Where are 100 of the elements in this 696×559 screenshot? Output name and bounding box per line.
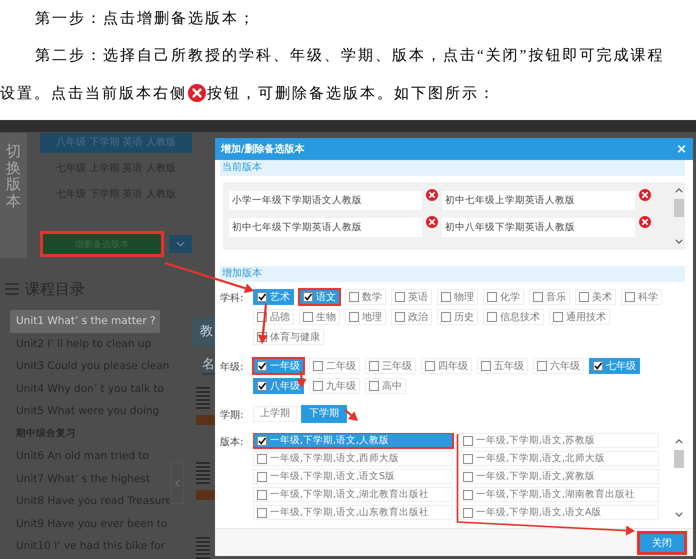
checkbox-option[interactable]: 地理	[345, 309, 386, 325]
instruction-text: 第二步：选择自己所教授的学科、年级、学期、版本，点击“关闭”按钮即可完成课程	[35, 46, 664, 64]
checkbox-icon[interactable]	[313, 361, 323, 371]
checkbox-option[interactable]: 科学	[621, 289, 662, 305]
checkbox-option[interactable]: 历史	[437, 309, 478, 325]
checkbox-option[interactable]: 一年级,下学期,语文,西师大版	[253, 451, 453, 466]
checkbox-option[interactable]: 数学	[345, 289, 386, 305]
checkbox-option[interactable]: 通用技术	[549, 309, 610, 325]
close-button[interactable]: ×	[676, 142, 687, 156]
checkbox-option[interactable]: 一年级,下学期,语文,山东教育出版社	[253, 505, 453, 520]
checkbox-icon[interactable]	[593, 361, 603, 371]
checkbox-option[interactable]: 九年级	[309, 378, 360, 394]
checkbox-icon[interactable]	[481, 361, 491, 371]
unit-item[interactable]: Unit1 What’ s the matter ?	[10, 310, 160, 332]
checkbox-option[interactable]: 一年级,下学期,语文,湖北教育出版社	[253, 487, 453, 502]
dialog-title: 增加/删除备选版本	[221, 142, 305, 156]
checkbox-option[interactable]: 语文	[298, 288, 341, 306]
checkbox-icon[interactable]	[303, 312, 313, 322]
instruction-text: 按钮，可删除备选版本。如下图所示：	[207, 84, 496, 102]
checkbox-icon[interactable]	[533, 292, 543, 302]
scroll-thumb[interactable]	[674, 199, 684, 217]
checkbox-icon[interactable]	[257, 454, 267, 464]
checkbox-option[interactable]: 一年级,下学期,语文,苏教版	[459, 433, 659, 448]
checkbox-option[interactable]: 音乐	[529, 289, 570, 305]
document-icon	[196, 387, 210, 409]
checkbox-option[interactable]: 五年级	[477, 358, 528, 374]
checkbox-icon[interactable]	[463, 508, 473, 518]
version-cell: 初中七年级上学期英语人教版	[442, 191, 635, 210]
checkbox-icon[interactable]	[257, 381, 267, 391]
checkbox-icon[interactable]	[395, 312, 405, 322]
checkbox-icon[interactable]	[553, 312, 563, 322]
instruction-text: 设置。点击当前版本右侧	[0, 84, 187, 102]
chevron-down-icon[interactable]	[675, 239, 683, 244]
checkbox-icon[interactable]	[257, 361, 267, 371]
checkbox-icon[interactable]	[441, 292, 451, 302]
checkbox-option[interactable]: 一年级,下学期,语文,人教版	[253, 433, 454, 449]
checkbox-option[interactable]: 品德	[253, 309, 294, 325]
delete-icon[interactable]	[426, 216, 438, 228]
delete-icon[interactable]	[639, 189, 651, 201]
checkbox-icon[interactable]	[395, 292, 405, 302]
checkbox-icon[interactable]	[257, 292, 267, 302]
checkbox-option[interactable]: 二年级	[309, 358, 360, 374]
checkbox-icon[interactable]	[463, 436, 473, 446]
field-label: 学科:	[220, 292, 244, 306]
checkbox-option[interactable]: 四年级	[421, 358, 472, 374]
section-header: 当前版本	[220, 160, 685, 176]
checkbox-icon[interactable]	[463, 490, 473, 500]
checkbox-icon[interactable]	[257, 436, 267, 446]
chevron-down-icon[interactable]	[675, 512, 683, 517]
checkbox-option[interactable]: 七年级	[589, 358, 640, 374]
dropdown-button[interactable]	[168, 235, 192, 253]
checkbox-icon[interactable]	[487, 292, 497, 302]
delete-icon[interactable]	[639, 216, 651, 228]
checkbox-icon[interactable]	[369, 381, 379, 391]
checkbox-option[interactable]: 一年级,下学期,语文,语文S版	[253, 469, 453, 484]
checkbox-icon[interactable]	[369, 361, 379, 371]
checkbox-option[interactable]: 一年级,下学期,语文,冀教版	[459, 469, 659, 484]
delete-icon[interactable]	[426, 189, 438, 201]
checkbox-icon[interactable]	[441, 312, 451, 322]
checkbox-option[interactable]: 一年级,下学期,语文,北师大版	[459, 451, 659, 466]
checkbox-option[interactable]: 一年级,下学期,语文,语文A版	[459, 505, 659, 520]
checkbox-icon[interactable]	[625, 292, 635, 302]
checkbox-icon[interactable]	[303, 292, 313, 302]
scroll-thumb[interactable]	[674, 450, 684, 468]
checkbox-option[interactable]: 英语	[391, 289, 432, 305]
checkbox-icon[interactable]	[463, 472, 473, 482]
checkbox-option[interactable]: 八年级	[253, 378, 304, 394]
checkbox-option[interactable]: 生物	[299, 309, 340, 325]
checkbox-option[interactable]: 美术	[575, 289, 616, 305]
delete-icon[interactable]	[188, 84, 206, 102]
checkbox-icon[interactable]	[579, 292, 589, 302]
checkbox-option[interactable]: 一年级,下学期,语文,湖南教育出版社	[459, 487, 659, 502]
checkbox-option[interactable]: 一年级	[252, 357, 305, 375]
checkbox-icon[interactable]	[349, 292, 359, 302]
term-option[interactable]: 下学期	[301, 405, 347, 423]
checkbox-icon[interactable]	[257, 472, 267, 482]
checkbox-icon[interactable]	[537, 361, 547, 371]
checkbox-icon[interactable]	[463, 454, 473, 464]
version-cell: 初中七年级下学期英语人教版	[229, 218, 422, 237]
checkbox-icon[interactable]	[257, 508, 267, 518]
term-option[interactable]: 上学期	[253, 406, 297, 422]
checkbox-icon[interactable]	[349, 312, 359, 322]
chevron-up-icon[interactable]	[675, 188, 683, 193]
checkbox-icon[interactable]	[313, 381, 323, 391]
checkbox-option[interactable]: 高中	[365, 378, 406, 394]
checkbox-option[interactable]: 六年级	[533, 358, 584, 374]
checkbox-option[interactable]: 三年级	[365, 358, 416, 374]
checkbox-option[interactable]: 信息技术	[483, 309, 544, 325]
document-icon	[196, 462, 210, 484]
checkbox-icon[interactable]	[257, 490, 267, 500]
version-cell: 初中八年级下学期英语人教版	[442, 218, 635, 237]
checkbox-icon[interactable]	[425, 361, 435, 371]
chevron-left-icon	[174, 478, 180, 488]
checkbox-option[interactable]: 物理	[437, 289, 478, 305]
checkbox-icon[interactable]	[487, 312, 497, 322]
checkbox-option[interactable]: 政治	[391, 309, 432, 325]
checkbox-option[interactable]: 化学	[483, 289, 524, 305]
close-button[interactable]: 关闭	[637, 530, 687, 554]
checkbox-option[interactable]: 艺术	[253, 289, 294, 305]
chevron-up-icon[interactable]	[675, 439, 683, 444]
